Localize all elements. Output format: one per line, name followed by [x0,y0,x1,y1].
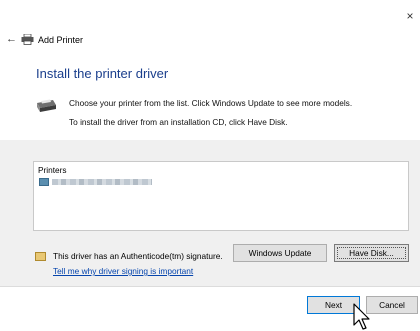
mouse-cursor-icon [353,303,370,330]
page-heading: Install the printer driver [36,66,169,81]
back-arrow-icon[interactable]: ← [6,34,17,45]
list-item[interactable] [37,177,157,187]
cancel-button[interactable]: Cancel [366,296,418,314]
signature-status-text: This driver has an Authenticode(tm) sign… [53,251,223,261]
window-title: Add Printer [38,35,84,45]
printer-model-icon [39,178,49,186]
description-install-cd: To install the driver from an installati… [69,117,288,127]
printers-list[interactable]: Printers [33,161,409,231]
windows-update-button[interactable]: Windows Update [233,244,327,262]
close-icon[interactable]: × [404,10,416,22]
footer-divider [0,286,420,287]
redacted-printer-name [52,179,152,185]
certificate-icon [35,252,46,261]
add-printer-dialog: × ← Add Printer Install the printer driv… [0,0,420,331]
printers-list-header: Printers [38,165,67,175]
have-disk-button[interactable]: Have Disk... [334,244,409,262]
printer-driver-icon [37,99,56,112]
driver-signing-link[interactable]: Tell me why driver signing is important [53,266,193,276]
printer-icon [21,34,34,45]
description-choose-printer: Choose your printer from the list. Click… [69,98,353,108]
